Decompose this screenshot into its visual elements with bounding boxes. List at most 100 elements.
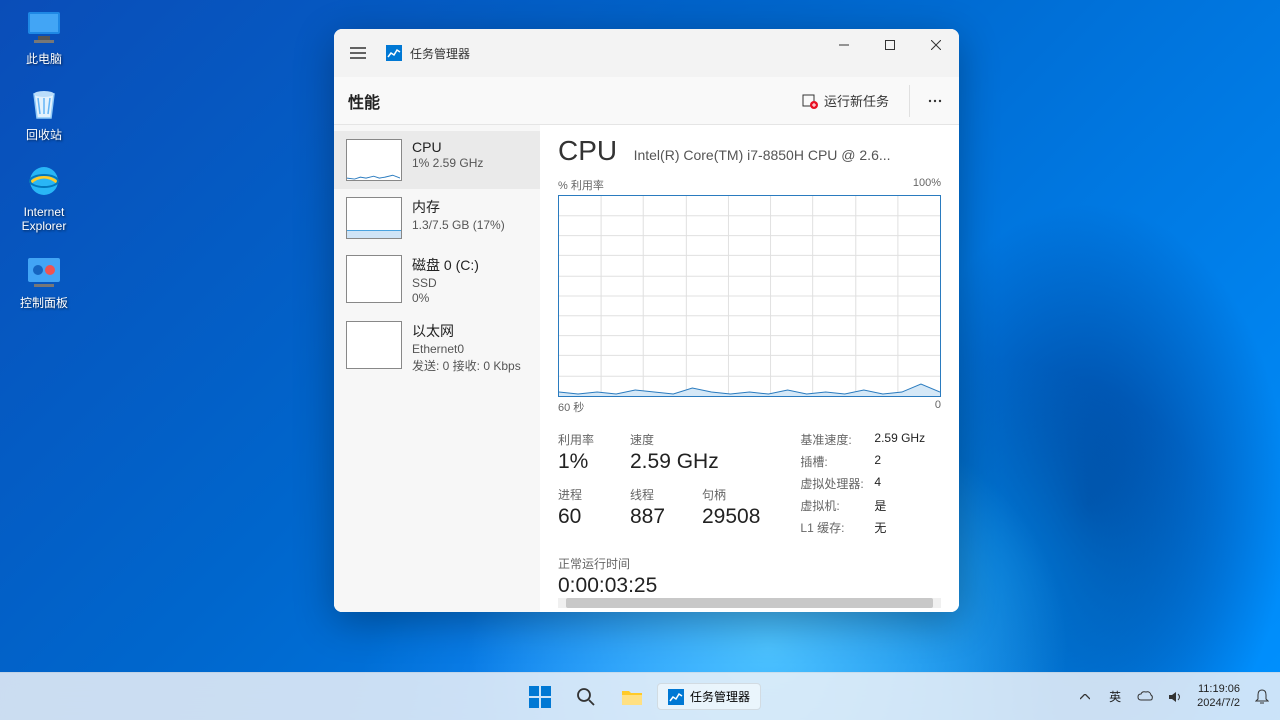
content: CPU 1% 2.59 GHz 内存 1.3/7.5 GB (17%) 磁盘 0… — [334, 125, 959, 612]
taskbar-clock[interactable]: 11:19:06 2024/7/2 — [1191, 683, 1246, 711]
sidebar-item-disk[interactable]: 磁盘 0 (C:) SSD 0% — [334, 247, 540, 313]
spec-base-speed-v: 2.59 GHz — [874, 431, 925, 448]
run-new-task-label: 运行新任务 — [824, 91, 889, 110]
sidebar-item-name: 磁盘 0 (C:) — [412, 255, 479, 275]
spec-vproc-k: 虚拟处理器: — [800, 475, 874, 492]
desktop-icon-control-panel[interactable]: 控制面板 — [8, 252, 80, 310]
run-task-icon — [802, 93, 818, 109]
sidebar-item-name: CPU — [412, 139, 483, 155]
tray-overflow-button[interactable] — [1071, 676, 1099, 718]
sidebar-item-name: 内存 — [412, 197, 505, 217]
taskbar-running-label: 任务管理器 — [690, 688, 750, 705]
stat-handle-value: 29508 — [702, 505, 760, 529]
taskbar-running-task-manager[interactable]: 任务管理器 — [657, 683, 761, 710]
stat-speed-value: 2.59 GHz — [630, 450, 719, 474]
clock-time: 11:19:06 — [1197, 683, 1240, 697]
window-controls — [821, 29, 959, 61]
cloud-icon — [1137, 691, 1153, 703]
sidebar-item-sub: Ethernet0 — [412, 342, 521, 356]
minimize-button[interactable] — [821, 29, 867, 61]
stat-proc-label: 进程 — [558, 486, 608, 503]
speaker-icon — [1168, 690, 1183, 704]
page-title: 性能 — [348, 89, 792, 113]
stat-util-label: 利用率 — [558, 431, 608, 448]
disk-thumbnail — [346, 255, 402, 303]
desktop-icons: 此电脑 回收站 Internet Explorer 控制面板 — [8, 8, 80, 310]
windows-logo-icon — [529, 686, 551, 708]
sidebar-item-cpu[interactable]: CPU 1% 2.59 GHz — [334, 131, 540, 189]
spec-l1-k: L1 缓存: — [800, 519, 874, 536]
monitor-icon — [24, 8, 64, 48]
main-pane: CPU Intel(R) Core(TM) i7-8850H CPU @ 2.6… — [540, 125, 959, 612]
sidebar-item-sub: SSD — [412, 276, 479, 290]
ime-indicator[interactable]: 英 — [1101, 676, 1129, 718]
recycle-bin-icon — [24, 84, 64, 124]
cpu-utilization-chart — [558, 195, 941, 397]
cpu-heading: CPU — [558, 135, 617, 167]
sidebar-item-memory[interactable]: 内存 1.3/7.5 GB (17%) — [334, 189, 540, 247]
maximize-button[interactable] — [867, 29, 913, 61]
cpu-chart-container: % 利用率 100% 60 秒 0 — [558, 177, 941, 415]
sidebar-item-ethernet[interactable]: 以太网 Ethernet0 发送: 0 接收: 0 Kbps — [334, 313, 540, 382]
spec-sockets-v: 2 — [874, 453, 881, 470]
stat-uptime-value: 0:00:03:25 — [558, 574, 760, 598]
desktop-icon-label: 回收站 — [26, 128, 62, 142]
chart-xlabel-right: 0 — [935, 399, 941, 415]
stat-speed-label: 速度 — [630, 431, 719, 448]
close-button[interactable] — [913, 29, 959, 61]
horizontal-scrollbar[interactable] — [558, 598, 941, 608]
desktop-icon-label: 控制面板 — [20, 296, 68, 310]
ellipsis-icon — [928, 99, 942, 103]
stat-thread-value: 887 — [630, 505, 680, 529]
more-options-button[interactable] — [909, 85, 945, 117]
spec-sockets-k: 插槽: — [800, 453, 874, 470]
tray-onedrive[interactable] — [1131, 676, 1159, 718]
sidebar-item-sub2: 发送: 0 接收: 0 Kbps — [412, 357, 521, 374]
bell-icon — [1255, 689, 1269, 705]
cpu-thumbnail — [346, 139, 402, 181]
chart-xlabel-left: 60 秒 — [558, 399, 584, 415]
file-explorer-button[interactable] — [611, 676, 653, 718]
toolbar: 性能 运行新任务 — [334, 77, 959, 125]
spec-vproc-v: 4 — [874, 475, 881, 492]
nav-toggle-button[interactable] — [334, 29, 382, 77]
sidebar-item-name: 以太网 — [412, 321, 521, 341]
run-new-task-button[interactable]: 运行新任务 — [792, 85, 899, 116]
cpu-model: Intel(R) Core(TM) i7-8850H CPU @ 2.6... — [634, 147, 891, 163]
desktop-icon-recycle-bin[interactable]: 回收站 — [8, 84, 80, 142]
ethernet-thumbnail — [346, 321, 402, 369]
start-button[interactable] — [519, 676, 561, 718]
desktop-icon-label: 此电脑 — [26, 52, 62, 66]
stat-thread-label: 线程 — [630, 486, 680, 503]
cpu-specs: 基准速度:2.59 GHz 插槽:2 虚拟处理器:4 虚拟机:是 L1 缓存:无 — [800, 431, 941, 598]
tray-volume[interactable] — [1161, 676, 1189, 718]
spec-vm-k: 虚拟机: — [800, 497, 874, 514]
chart-ymax: 100% — [913, 177, 941, 193]
stat-uptime-label: 正常运行时间 — [558, 555, 760, 572]
sidebar-item-sub: 1.3/7.5 GB (17%) — [412, 218, 505, 232]
app-title-text: 任务管理器 — [410, 45, 470, 62]
stat-util-value: 1% — [558, 450, 608, 474]
chevron-up-icon — [1080, 694, 1090, 700]
search-button[interactable] — [565, 676, 607, 718]
system-tray: 英 11:19:06 2024/7/2 — [1071, 676, 1276, 718]
clock-date: 2024/7/2 — [1197, 697, 1240, 711]
stat-handle-label: 句柄 — [702, 486, 760, 503]
notification-center-button[interactable] — [1248, 676, 1276, 718]
spec-l1-v: 无 — [874, 519, 886, 536]
chart-ylabel: % 利用率 — [558, 177, 604, 193]
cpu-stats: 利用率 1% 速度 2.59 GHz 进程 60 线程 887 句柄 29508 正常运行… — [558, 431, 941, 598]
search-icon — [576, 687, 596, 707]
stat-proc-value: 60 — [558, 505, 608, 529]
scrollbar-thumb[interactable] — [566, 598, 934, 608]
task-manager-icon — [668, 689, 684, 705]
sidebar-item-sub: 1% 2.59 GHz — [412, 156, 483, 170]
titlebar[interactable]: 任务管理器 — [334, 29, 959, 77]
taskbar-center: 任务管理器 — [519, 676, 761, 718]
desktop-icon-this-pc[interactable]: 此电脑 — [8, 8, 80, 66]
desktop-icon-label: Internet Explorer — [8, 205, 80, 234]
desktop-icon-ie[interactable]: Internet Explorer — [8, 161, 80, 234]
ie-icon — [24, 161, 64, 201]
folder-icon — [621, 688, 643, 706]
task-manager-icon — [386, 45, 402, 61]
